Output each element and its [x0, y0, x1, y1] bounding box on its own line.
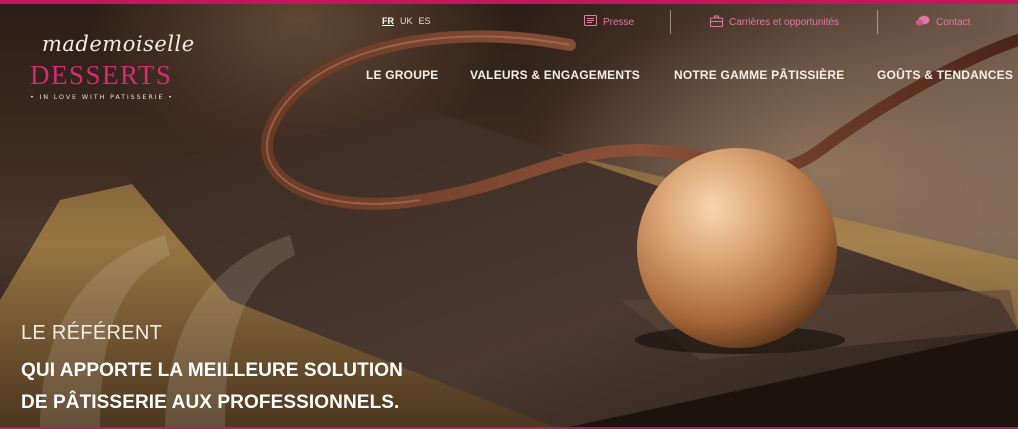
nav-le-groupe[interactable]: LE GROUPE — [366, 68, 438, 82]
divider — [877, 10, 878, 34]
contact-label: Contact — [936, 16, 971, 28]
presse-label: Presse — [603, 16, 635, 28]
chat-bubbles-icon — [915, 15, 930, 30]
top-accent-bar — [0, 0, 1018, 4]
briefcase-icon — [710, 15, 723, 30]
lang-uk[interactable]: UK — [400, 16, 413, 26]
lang-es[interactable]: ES — [419, 16, 431, 26]
newspaper-icon — [584, 15, 597, 29]
contact-link[interactable]: Contact — [915, 13, 970, 31]
brand-logo[interactable]: mademoiselle DESSERTS • IN LOVE WITH PAT… — [28, 30, 203, 105]
nav-gamme-patissiere[interactable]: NOTRE GAMME PÂTISSIÈRE — [674, 68, 844, 82]
nav-gouts-tendances[interactable]: GOÛTS & TENDANCES — [877, 68, 1013, 82]
lang-fr[interactable]: FR — [382, 16, 394, 26]
hero-headline: LE RÉFÉRENT QUI APPORTE LA MEILLEURE SOL… — [21, 322, 403, 419]
hero-line-3: DE PÂTISSERIE AUX PROFESSIONNELS. — [21, 392, 400, 413]
presse-link[interactable]: Presse — [584, 13, 634, 31]
language-switcher: FR UK ES — [382, 16, 431, 26]
logo-tagline: • IN LOVE WITH PATISSERIE • — [30, 93, 174, 101]
hero-line-1: LE RÉFÉRENT — [21, 322, 163, 344]
logo-wordmark: DESSERTS — [30, 60, 173, 90]
nav-valeurs-engagements[interactable]: VALEURS & ENGAGEMENTS — [470, 68, 640, 82]
logo-script-text: mademoiselle — [42, 32, 195, 56]
hero-line-2: QUI APPORTE LA MEILLEURE SOLUTION — [21, 360, 403, 381]
careers-label: Carrières et opportunités — [729, 16, 840, 28]
page: mademoiselle DESSERTS • IN LOVE WITH PAT… — [0, 0, 1018, 429]
divider — [670, 10, 671, 34]
careers-link[interactable]: Carrières et opportunités — [710, 13, 839, 31]
